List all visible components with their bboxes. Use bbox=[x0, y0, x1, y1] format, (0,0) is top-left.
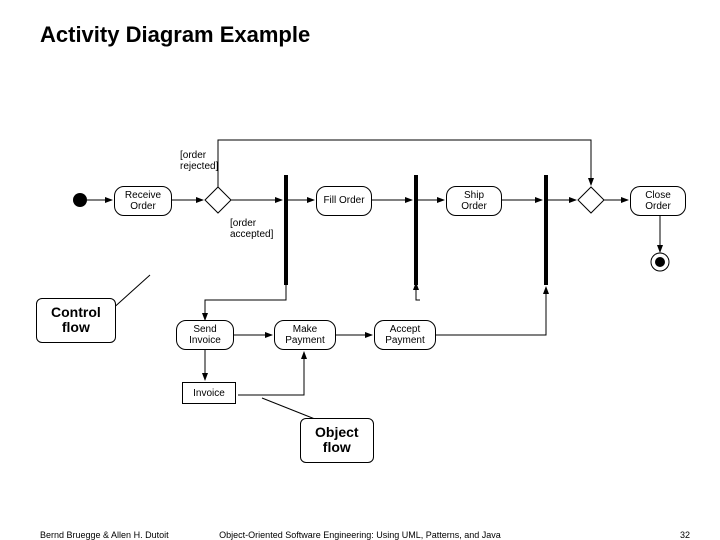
activity-close-order: Close Order bbox=[630, 186, 686, 216]
initial-node bbox=[73, 193, 87, 207]
activity-fill-order: Fill Order bbox=[316, 186, 372, 216]
activity-accept-payment: Accept Payment bbox=[374, 320, 436, 350]
guard-accepted: [order accepted] bbox=[230, 218, 273, 240]
merge-node bbox=[578, 187, 604, 213]
activity-ship-order: Ship Order bbox=[446, 186, 502, 216]
footer-book: Object-Oriented Software Engineering: Us… bbox=[0, 530, 720, 540]
activity-receive-order: Receive Order bbox=[114, 186, 172, 216]
activity-send-invoice: Send Invoice bbox=[176, 320, 234, 350]
callout-object-flow: Object flow bbox=[300, 418, 374, 463]
join-bar-3 bbox=[544, 175, 548, 285]
fork-bar-2b bbox=[414, 175, 418, 285]
footer-page: 32 bbox=[680, 530, 690, 540]
fork-bar-1b bbox=[284, 175, 288, 285]
activity-make-payment: Make Payment bbox=[274, 320, 336, 350]
callout-control-flow: Control flow bbox=[36, 298, 116, 343]
guard-rejected: [order rejected] bbox=[180, 150, 218, 172]
decision-node bbox=[205, 187, 231, 213]
final-node-inner bbox=[655, 257, 665, 267]
object-invoice: Invoice bbox=[182, 382, 236, 404]
